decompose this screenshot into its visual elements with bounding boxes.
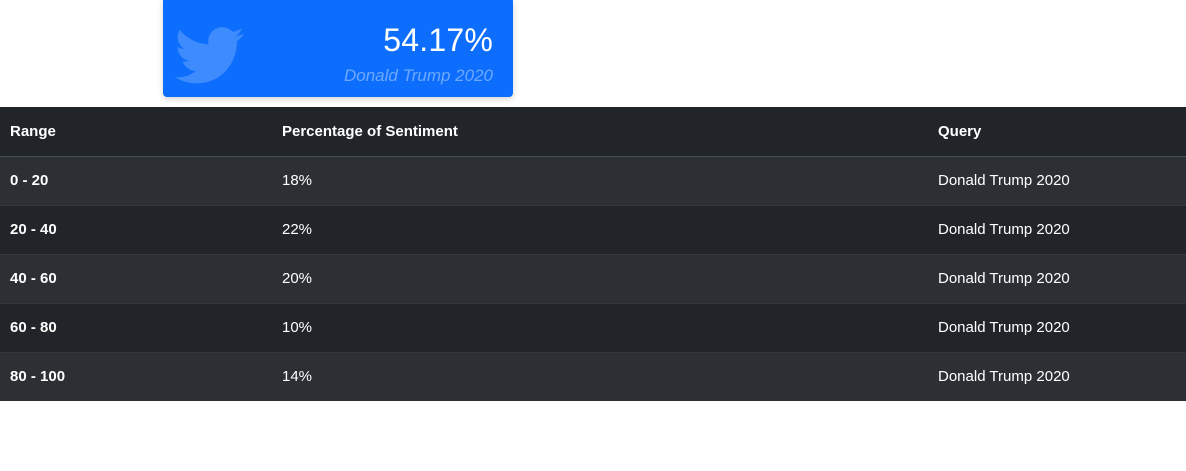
twitter-bird-icon: [175, 26, 245, 86]
query-cell: Donald Trump 2020: [938, 155, 1186, 205]
table-row: 0 - 20 18% Donald Trump 2020: [0, 155, 1186, 205]
query-cell: Donald Trump 2020: [938, 351, 1186, 401]
query-cell: Donald Trump 2020: [938, 302, 1186, 352]
percentage-cell: 10%: [282, 302, 938, 352]
percentage-cell: 20%: [282, 253, 938, 303]
query-cell: Donald Trump 2020: [938, 253, 1186, 303]
column-header-percentage: Percentage of Sentiment: [282, 107, 938, 157]
sentiment-table: Range Percentage of Sentiment Query 0 - …: [0, 107, 1186, 401]
sentiment-table-container: Range Percentage of Sentiment Query 0 - …: [0, 107, 1186, 401]
sentiment-value: 54.17%: [383, 22, 493, 58]
column-header-range: Range: [0, 107, 282, 157]
table-row: 60 - 80 10% Donald Trump 2020: [0, 302, 1186, 352]
table-row: 40 - 60 20% Donald Trump 2020: [0, 253, 1186, 303]
range-cell: 40 - 60: [0, 253, 282, 303]
table-header-row: Range Percentage of Sentiment Query: [0, 107, 1186, 157]
table-row: 20 - 40 22% Donald Trump 2020: [0, 204, 1186, 254]
column-header-query: Query: [938, 107, 1186, 157]
range-cell: 80 - 100: [0, 351, 282, 401]
range-cell: 60 - 80: [0, 302, 282, 352]
range-cell: 0 - 20: [0, 155, 282, 205]
query-cell: Donald Trump 2020: [938, 204, 1186, 254]
percentage-cell: 14%: [282, 351, 938, 401]
sentiment-stat-card: 54.17% Donald Trump 2020: [163, 0, 513, 97]
query-caption: Donald Trump 2020: [344, 66, 493, 85]
table-row: 80 - 100 14% Donald Trump 2020: [0, 351, 1186, 401]
range-cell: 20 - 40: [0, 204, 282, 254]
percentage-cell: 18%: [282, 155, 938, 205]
percentage-cell: 22%: [282, 204, 938, 254]
